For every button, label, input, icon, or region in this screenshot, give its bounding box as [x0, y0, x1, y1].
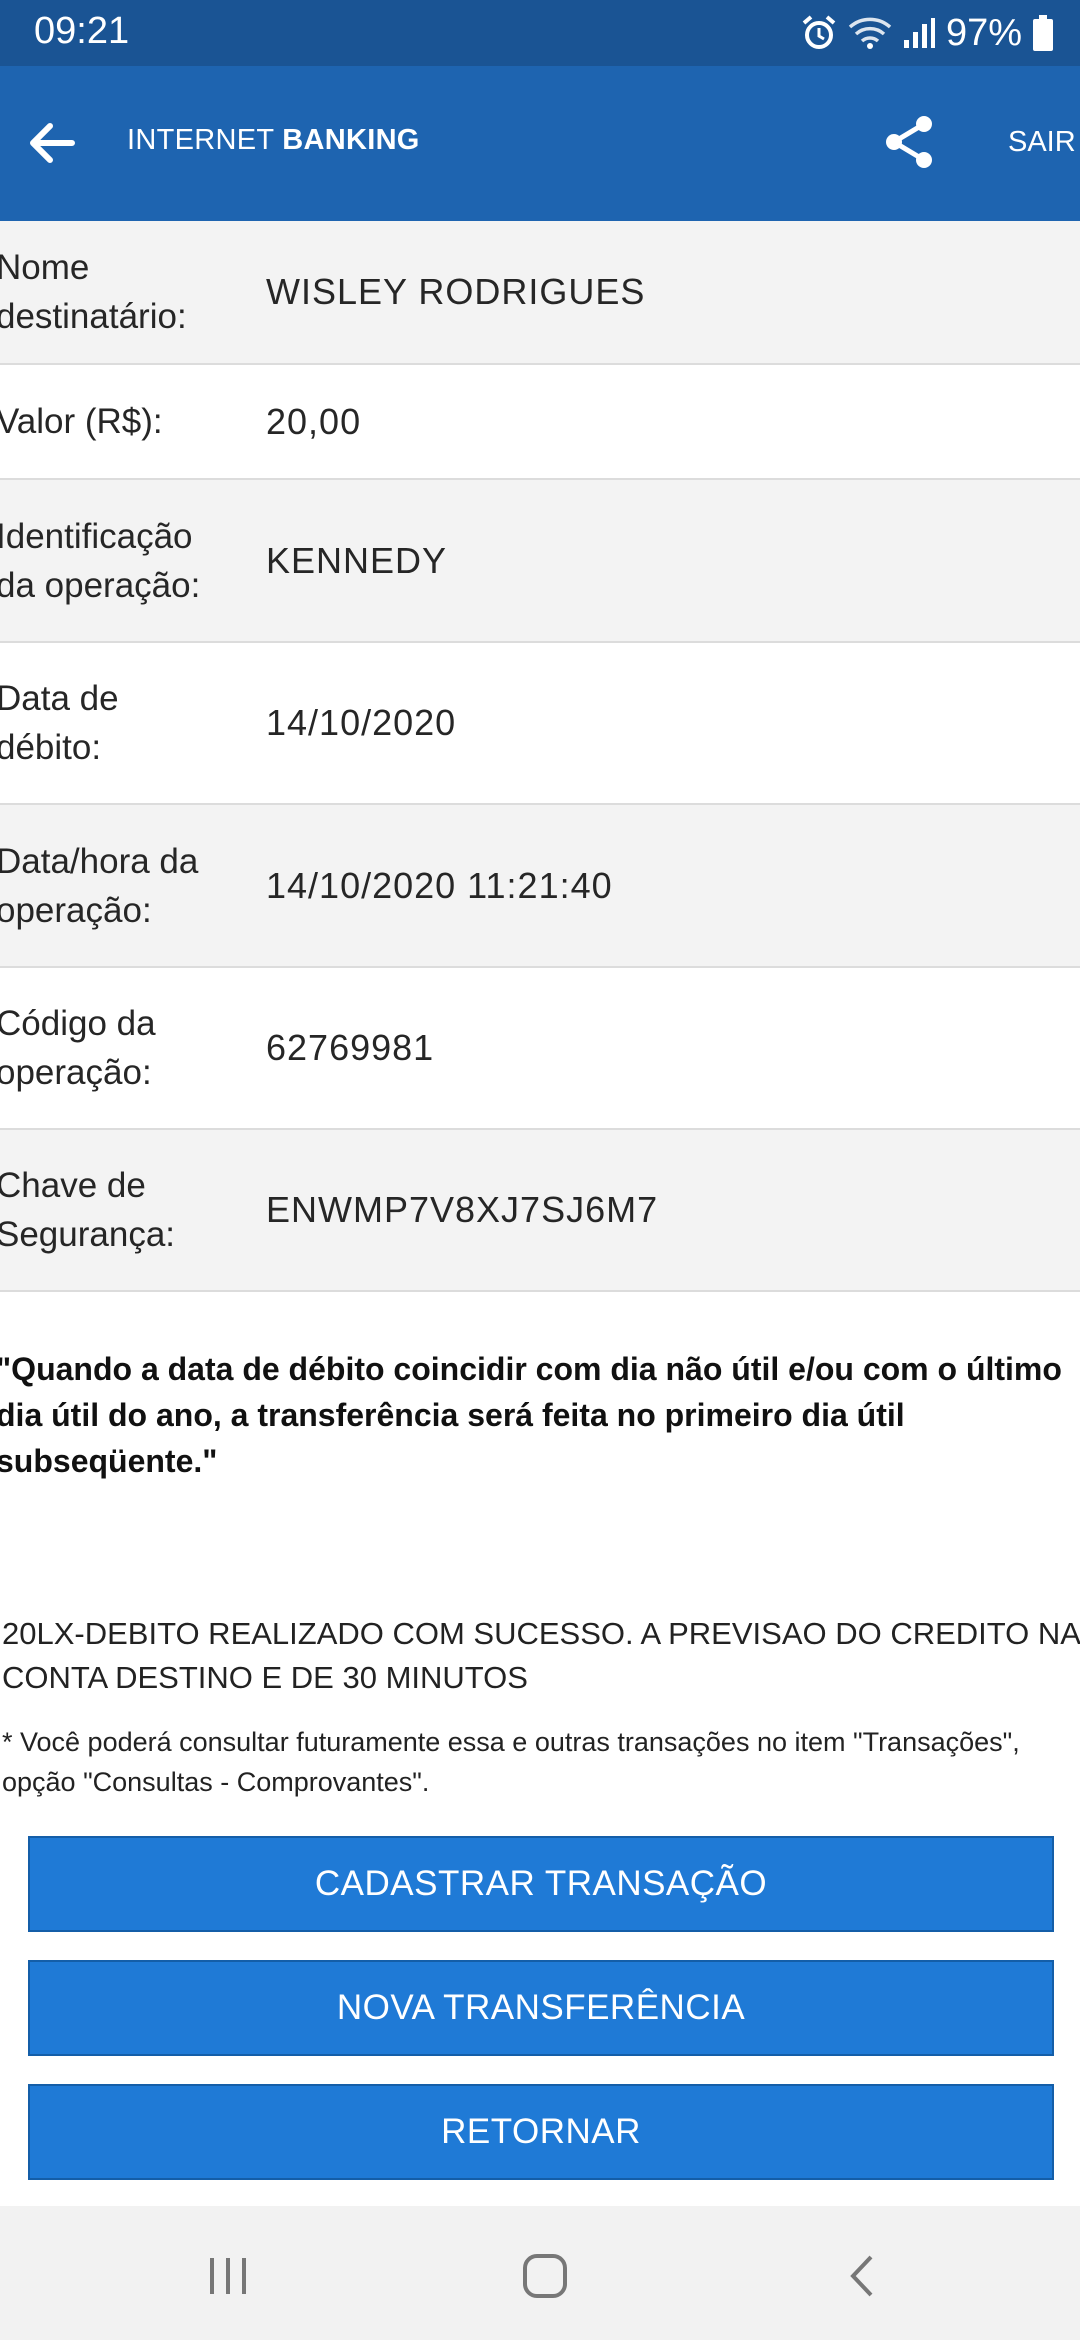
detail-label: Valor (R$):	[0, 402, 163, 441]
nova-transferencia-button[interactable]: NOVA TRANSFERÊNCIA	[28, 1960, 1054, 2056]
transaction-details: Nome destinatário: WISLEY RODRIGUES Valo…	[0, 221, 1080, 1292]
business-day-notice: "Quando a data de débito coincidir com d…	[0, 1351, 1062, 1479]
detail-row-operation-datetime: Data/hora da operação: 14/10/2020 11:21:…	[0, 805, 1080, 968]
detail-label: Chave de Segurança:	[0, 1166, 176, 1254]
recent-apps-icon[interactable]	[198, 2251, 258, 2301]
status-time: 09:21	[34, 10, 130, 52]
app-title-regular: INTERNET	[127, 124, 283, 156]
wifi-icon	[848, 15, 892, 51]
detail-label: Data de débito:	[0, 679, 119, 767]
battery-icon	[1032, 14, 1054, 52]
detail-row-operation-code: Código da operação: 62769981	[0, 968, 1080, 1130]
share-icon[interactable]	[878, 110, 942, 174]
detail-label: Identificação da operação:	[0, 516, 201, 605]
detail-row-recipient: Nome destinatário: WISLEY RODRIGUES	[0, 221, 1080, 365]
detail-value: 62769981	[266, 1027, 435, 1068]
alarm-icon	[800, 14, 838, 52]
detail-label: Data/hora da operação:	[0, 841, 199, 930]
back-nav-icon[interactable]	[833, 2251, 893, 2301]
sair-button[interactable]: SAIR	[1008, 126, 1076, 159]
detail-value: KENNEDY	[266, 539, 448, 581]
signal-icon	[902, 16, 936, 50]
detail-value: 14/10/2020	[266, 702, 457, 743]
system-navigation-bar	[0, 2206, 1080, 2340]
detail-row-debit-date: Data de débito: 14/10/2020	[0, 643, 1080, 805]
cadastrar-transacao-button[interactable]: CADASTRAR TRANSAÇÃO	[28, 1836, 1054, 1932]
home-icon[interactable]	[515, 2251, 575, 2301]
status-icons: 97%	[800, 8, 1054, 58]
detail-label: Nome destinatário:	[0, 248, 187, 336]
detail-value: 14/10/2020 11:21:40	[266, 864, 613, 906]
status-bar: 09:21 97%	[0, 0, 1080, 66]
retornar-button[interactable]: RETORNAR	[28, 2084, 1054, 2180]
detail-value: 20,00	[266, 400, 362, 442]
battery-level: 97%	[945, 11, 1022, 54]
consult-note: * Você poderá consultar futuramente essa…	[2, 1727, 1020, 1797]
detail-value: WISLEY RODRIGUES	[266, 271, 646, 312]
success-message: 20LX-DEBITO REALIZADO COM SUCESSO. A PRE…	[2, 1616, 1080, 1695]
app-title-bold: BANKING	[282, 124, 420, 156]
app-title: INTERNET BANKING	[127, 124, 420, 157]
detail-row-identification: Identificação da operação: KENNEDY	[0, 480, 1080, 643]
detail-value: ENWMP7V8XJ7SJ6M7	[266, 1189, 659, 1230]
detail-row-amount: Valor (R$): 20,00	[0, 365, 1080, 480]
back-arrow-icon[interactable]	[20, 111, 84, 175]
detail-label: Código da operação:	[0, 1004, 156, 1092]
detail-row-security-key: Chave de Segurança: ENWMP7V8XJ7SJ6M7	[0, 1130, 1080, 1292]
app-bar: INTERNET BANKING SAIR	[0, 66, 1080, 221]
